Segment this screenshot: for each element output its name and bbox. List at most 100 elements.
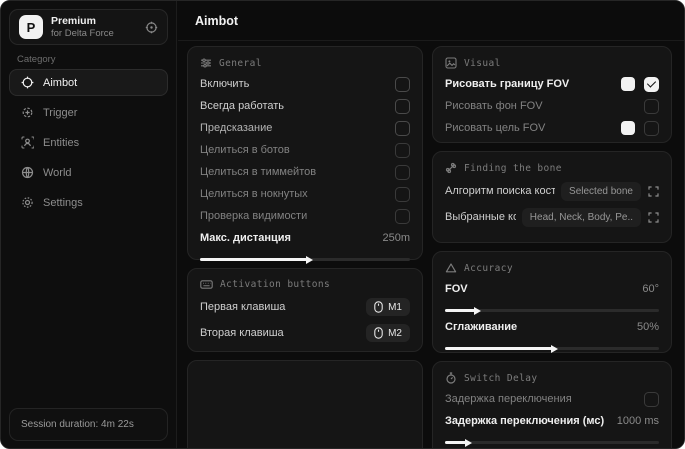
checkbox-target-knocked[interactable] <box>395 186 410 202</box>
sidebar-item-settings[interactable]: Settings <box>9 189 168 216</box>
toggle-label: Рисовать цель FOV <box>445 122 546 134</box>
stopwatch-icon <box>445 372 457 384</box>
slider-value: 1000 ms <box>616 415 659 427</box>
dropdown-label: Алгоритм поиска кост <box>445 185 556 197</box>
keybind-button-1[interactable]: M1 <box>366 298 410 316</box>
keybind-label: Вторая клавиша <box>200 327 284 339</box>
sidebar-item-label: Entities <box>43 136 80 149</box>
main-header: Aimbot <box>178 1 684 41</box>
toggle-label: Рисовать границу FOV <box>445 78 570 90</box>
toggle-label: Включить <box>200 78 250 90</box>
fov-slider[interactable] <box>445 309 659 312</box>
brand-title: Premium <box>51 14 96 27</box>
slider-label: Задержка переключения (мс) <box>445 415 605 427</box>
dropdown-value: Selected bone <box>569 185 633 197</box>
finding-bone-panel: Finding the bone Алгоритм поиска кост Se… <box>432 151 672 243</box>
toggle-label: Целиться в нокнутых <box>200 188 308 200</box>
panel-title: Finding the bone <box>464 162 562 174</box>
activation-buttons-panel: Activation buttons Первая клавиша M1 Вто… <box>187 268 423 352</box>
category-label: Category <box>17 54 56 65</box>
general-panel: General Включить Всегда работать Предска… <box>187 46 423 261</box>
toggle-label: Целиться в тиммейтов <box>200 166 317 178</box>
checkbox-draw-fov-background[interactable] <box>644 98 659 114</box>
trigger-icon <box>20 106 34 119</box>
mouse-icon <box>374 301 383 313</box>
right-column: Visual Рисовать границу FOV Рисовать фон… <box>432 46 672 448</box>
brand-subtitle: for Delta Force <box>51 27 114 39</box>
brand-card: P Premium for Delta Force <box>9 9 168 45</box>
slider-value: 250m <box>382 232 410 244</box>
triangle-icon <box>445 262 457 274</box>
checkbox-target-bots[interactable] <box>395 142 410 158</box>
bone-algorithm-dropdown[interactable]: Selected bone <box>561 181 641 201</box>
toggle-label: Всегда работать <box>200 100 285 112</box>
toggle-label: Задержка переключения <box>445 393 572 405</box>
empty-panel <box>187 360 423 448</box>
sidebar-item-entities[interactable]: Entities <box>9 129 168 156</box>
panel-title: General <box>219 57 262 69</box>
toggle-label: Предсказание <box>200 122 273 134</box>
keybind-value: M1 <box>388 301 402 313</box>
sidebar: P Premium for Delta Force Category Aimbo… <box>1 1 177 448</box>
panel-title: Switch Delay <box>464 372 538 384</box>
panel-title: Activation buttons <box>220 279 331 290</box>
keybind-button-2[interactable]: M2 <box>366 324 410 342</box>
color-swatch[interactable] <box>621 121 635 135</box>
keybind-label: Первая клавиша <box>200 301 286 313</box>
panel-title: Visual <box>464 57 501 69</box>
switch-delay-panel: Switch Delay Задержка переключения Задер… <box>432 361 672 448</box>
slider-value: 60° <box>642 283 659 295</box>
checkbox-visibility-check[interactable] <box>395 208 410 224</box>
mouse-icon <box>374 327 383 339</box>
panel-title: Accuracy <box>464 262 513 274</box>
dropdown-label: Выбранные кос <box>445 211 516 223</box>
left-column: General Включить Всегда работать Предска… <box>187 46 423 448</box>
keyboard-icon <box>200 279 213 290</box>
page-title: Aimbot <box>195 13 239 28</box>
toggle-label: Проверка видимости <box>200 210 308 222</box>
expand-icon[interactable] <box>648 211 659 223</box>
toggle-label: Рисовать фон FOV <box>445 100 543 112</box>
image-icon <box>445 57 457 69</box>
sliders-icon <box>200 57 212 69</box>
main-content: Aimbot General Включить Всегда работать … <box>178 1 684 448</box>
refresh-icon[interactable] <box>145 21 158 34</box>
app-window: P Premium for Delta Force Category Aimbo… <box>0 0 685 449</box>
slider-label: Макс. дистанция <box>200 232 291 244</box>
slider-label: FOV <box>445 283 468 295</box>
gear-icon <box>20 196 34 209</box>
sidebar-item-label: World <box>43 166 72 179</box>
sidebar-item-label: Aimbot <box>43 76 78 89</box>
selected-bones-dropdown[interactable]: Head, Neck, Body, Pe.. <box>521 207 641 227</box>
toggle-label: Целиться в ботов <box>200 144 290 156</box>
bone-icon <box>445 162 457 174</box>
checkbox-switch-delay[interactable] <box>644 391 659 407</box>
checkbox-draw-fov-border[interactable] <box>644 76 659 92</box>
sidebar-item-label: Trigger <box>43 106 78 119</box>
accuracy-panel: Accuracy FOV 60° Сглаживание 50% <box>432 251 672 353</box>
checkbox-target-teammates[interactable] <box>395 164 410 180</box>
sidebar-item-trigger[interactable]: Trigger <box>9 99 168 126</box>
brand-logo: P <box>19 15 43 39</box>
checkbox-enable[interactable] <box>395 76 410 92</box>
switch-delay-slider[interactable] <box>445 441 659 444</box>
sidebar-nav: Aimbot Trigger Entities World Settings <box>9 69 168 216</box>
session-card: Session duration: 4m 22s <box>9 408 168 441</box>
checkbox-draw-fov-target[interactable] <box>644 120 659 136</box>
entities-icon <box>20 136 34 149</box>
sidebar-item-world[interactable]: World <box>9 159 168 186</box>
max-distance-slider[interactable] <box>200 258 410 261</box>
expand-icon[interactable] <box>648 185 659 197</box>
slider-label: Сглаживание <box>445 321 518 333</box>
checkbox-prediction[interactable] <box>395 120 410 136</box>
smoothing-slider[interactable] <box>445 347 659 350</box>
keybind-value: M2 <box>388 327 402 339</box>
checkbox-always-work[interactable] <box>395 98 410 114</box>
globe-icon <box>20 166 34 179</box>
sidebar-item-aimbot[interactable]: Aimbot <box>9 69 168 96</box>
crosshair-icon <box>20 76 34 89</box>
dropdown-value: Head, Neck, Body, Pe.. <box>529 211 633 223</box>
color-swatch[interactable] <box>621 77 635 91</box>
visual-panel: Visual Рисовать границу FOV Рисовать фон… <box>432 46 672 143</box>
sidebar-item-label: Settings <box>43 196 83 209</box>
